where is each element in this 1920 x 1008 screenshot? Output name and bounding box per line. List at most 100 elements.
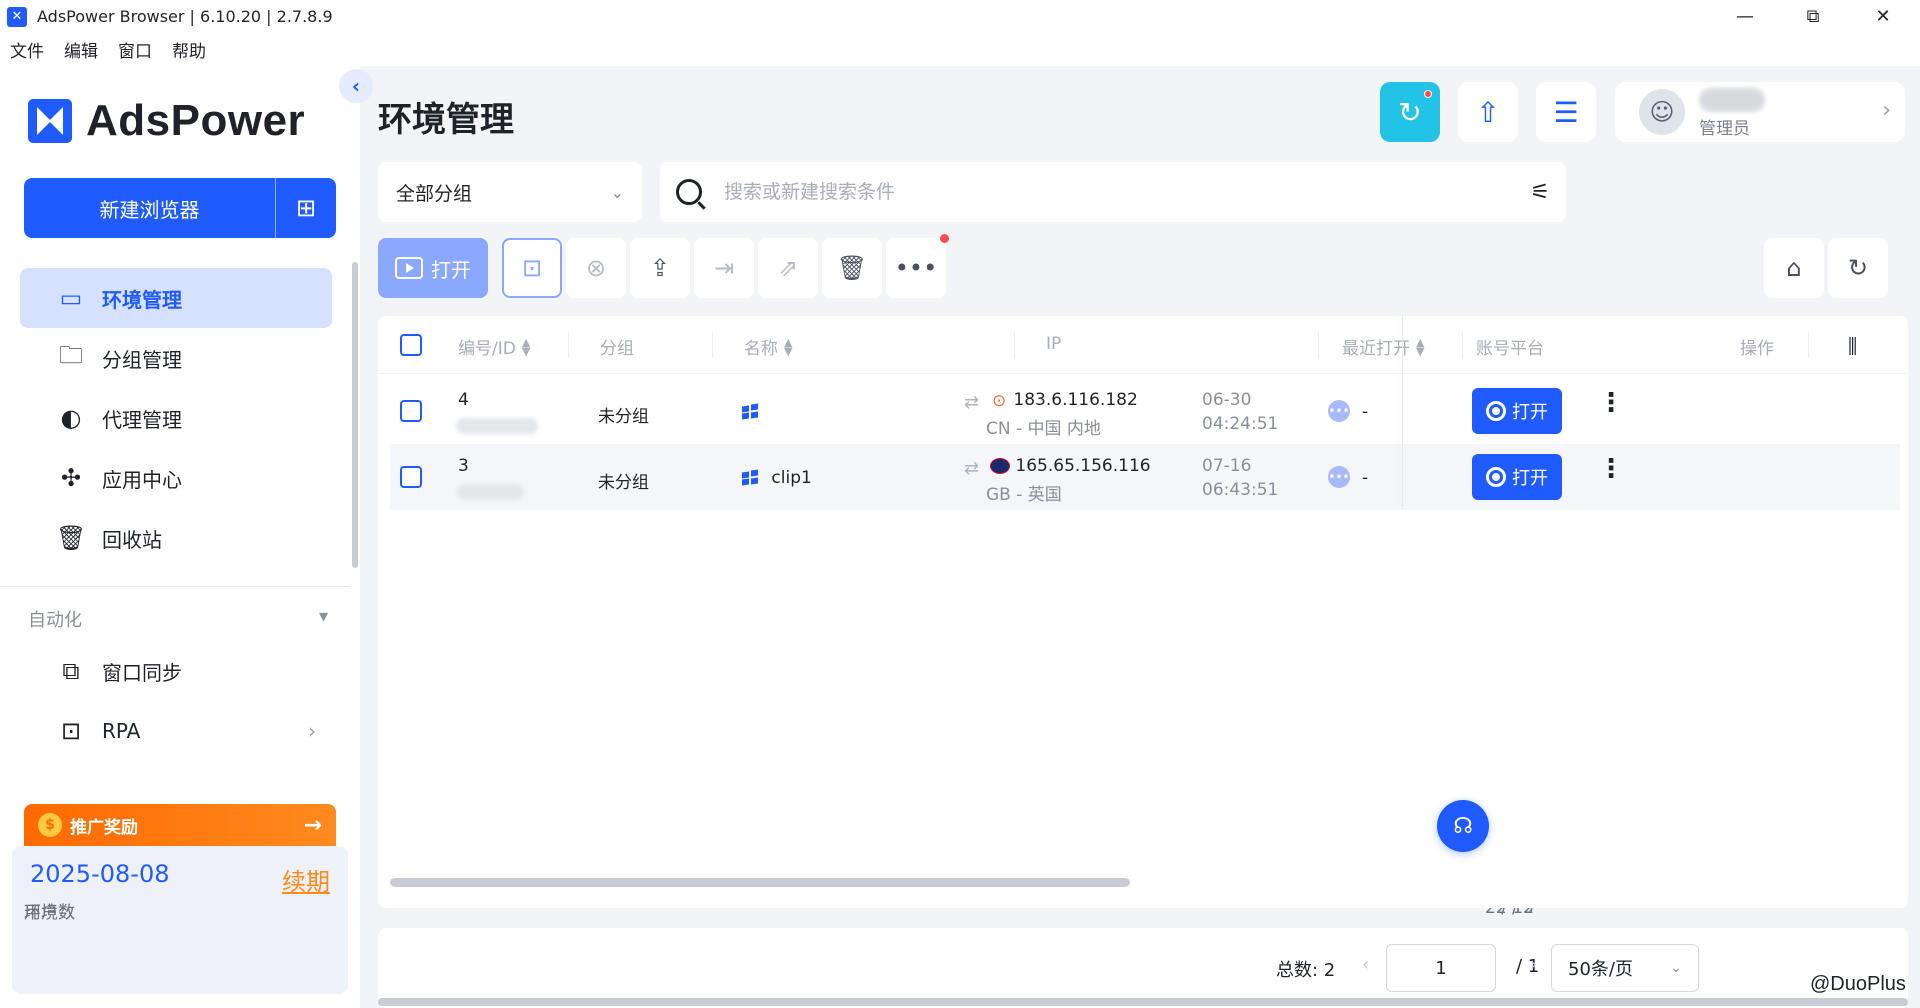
user-account-card[interactable]: ☺ 管理员 › [1615,82,1905,142]
task-list-button[interactable]: ☰ [1536,82,1596,142]
headset-icon: ☊ [1453,813,1473,839]
nav-item-proxies[interactable]: ◐ 代理管理 [20,388,332,448]
nav-item-label: 代理管理 [102,407,182,432]
row-ip-text: 183.6.116.182 [1013,390,1138,410]
prev-page-icon[interactable]: ‹ [1362,954,1369,975]
share-button[interactable]: ⇗ [758,238,818,298]
minimize-button[interactable]: — [1716,0,1774,33]
open-selected-label: 打开 [431,257,471,282]
row-platform: - [1362,402,1369,422]
profile-id-redacted [456,484,524,500]
tags-button[interactable]: ⌂ [1764,238,1824,298]
row-location: CN - 中国 内地 [986,419,1101,439]
table-row[interactable]: 3 未分组 clip1 ⇄ 165.65.156.116 GB - 英国 07-… [390,444,1900,510]
renew-link[interactable]: 续期 [282,862,330,897]
more-vertical-icon[interactable]: ⋮ [1598,456,1624,482]
more-horizontal-icon: ••• [894,254,938,282]
menu-help[interactable]: 帮助 [172,37,206,62]
windows-icon [742,403,760,420]
platform-more-icon[interactable]: ••• [1328,400,1350,422]
new-browser-button[interactable]: 新建浏览器 ⊞ [24,178,336,238]
sync-app-button[interactable]: ↻ [1380,82,1440,142]
platform-more-icon[interactable]: ••• [1328,466,1350,488]
select-all-checkbox[interactable] [400,334,422,356]
upload-circle-icon: ⇧ [1476,95,1500,129]
close-browser-button[interactable]: ⊗ [566,238,626,298]
nav-item-rpa[interactable]: ⊡ RPA › [20,701,332,761]
move-group-button[interactable]: ⇥ [694,238,754,298]
page-scrollbar[interactable] [378,998,1908,1006]
notification-dot [1424,90,1432,98]
filter-sliders-icon[interactable]: ⚟ [1530,180,1550,205]
nav-item-window-sync[interactable]: ⧉ 窗口同步 [20,641,332,701]
swap-icon[interactable]: ⇄ [964,458,979,479]
checkbox[interactable] [400,334,422,356]
close-button[interactable]: ✕ [1854,0,1912,33]
chrome-icon [1486,401,1506,421]
menu-edit[interactable]: 编辑 [64,37,98,62]
column-header-name[interactable]: 名称 ▲ ▼ [744,334,792,360]
search-input[interactable] [724,181,1531,203]
swap-icon[interactable]: ⇄ [964,392,979,413]
sort-icon[interactable]: ▲ ▼ [1416,337,1424,357]
menu-bar: 文件 编辑 窗口 帮助 [0,33,1920,66]
horizontal-scrollbar[interactable] [390,878,1130,887]
restore-button[interactable]: ⧉ [1784,0,1842,33]
more-vertical-icon[interactable]: ⋮ [1598,390,1624,416]
column-settings-icon[interactable]: ⫼ [1848,334,1857,358]
table-row[interactable]: 4 未分组 ⇄ ⊙ 183.6.116.182 CN - 中国 内地 06-30… [390,378,1900,444]
column-header-id[interactable]: 编号/ID ▲ ▼ [458,334,530,360]
location-pin-icon: ⊙ [992,391,1007,411]
group-select[interactable]: 全部分组 ⌄ [378,162,642,222]
export-button[interactable]: ⇪ [630,238,690,298]
delete-button[interactable]: 🗑 [822,238,882,298]
more-actions-button[interactable]: ••• [886,234,949,298]
trash-icon: 🗑 [56,524,87,552]
sort-icon[interactable]: ▲ ▼ [522,337,530,357]
actions-column-shadow [1402,316,1403,510]
upgrade-button[interactable]: ⇧ [1458,82,1518,142]
open-browser-button[interactable]: 打开 [1472,454,1562,500]
column-header-label: 操作 [1740,339,1774,359]
collapse-sidebar-button[interactable]: ‹ [339,69,373,103]
promo-banner[interactable]: $ 推广奖励 → [24,804,336,846]
customer-support-button[interactable]: ☊ [1437,800,1489,852]
open-browser-button[interactable]: 打开 [1472,388,1562,434]
rpa-button[interactable]: ⊡ [502,238,562,298]
open-selected-button[interactable]: 打开 [378,238,488,298]
row-checkbox[interactable] [400,466,422,488]
nav-item-groups[interactable]: 🗀 分组管理 [20,328,332,388]
brand-logo[interactable]: AdsPower [28,96,305,146]
menu-file[interactable]: 文件 [10,37,44,62]
chevron-down-icon: ⌄ [1670,960,1682,976]
nav-item-environments[interactable]: ▭ 环境管理 [20,268,332,328]
sidebar-scrollbar[interactable] [352,262,358,568]
nav-item-app-center[interactable]: ✣ 应用中心 [20,448,332,508]
trash-icon: 🗑 [836,254,868,282]
menu-window[interactable]: 窗口 [118,37,152,62]
page-number-input[interactable] [1386,944,1496,992]
row-ip-text: 165.65.156.116 [1015,456,1151,476]
checkbox[interactable] [400,400,422,422]
column-divider [568,332,569,358]
coin-icon: $ [38,813,62,837]
batch-add-icon[interactable]: ⊞ [276,194,336,222]
environment-table: 编号/ID ▲ ▼ 分组 名称 ▲ ▼ IP 最近打开 ▲ ▼ 账号平台 操作 … [378,316,1908,908]
search-icon [676,179,702,205]
row-checkbox[interactable] [400,400,422,422]
nav-item-trash[interactable]: 🗑 回收站 [20,508,332,568]
row-last-open-time: 06:43:51 [1202,480,1279,500]
main-content: 环境管理 ↻ ⇧ ☰ ☺ 管理员 › 全部分组 ⌄ ⚟ 打开 ⊡ ⊗ ⇪ ⇥ ⇗… [360,66,1920,1008]
sort-icon[interactable]: ▲ ▼ [784,337,792,357]
toolbar: 打开 ⊡ ⊗ ⇪ ⇥ ⇗ 🗑 ••• ⌂ ↻ [378,234,1908,298]
page-size-select[interactable]: 50条/页 ⌄ [1551,944,1699,992]
column-header-last-open[interactable]: 最近打开 ▲ ▼ [1342,334,1424,360]
automation-section-header[interactable]: 自动化 ▾ [28,606,328,632]
next-page-icon[interactable]: › [1530,954,1537,975]
tag-icon: ⌂ [1786,254,1802,282]
refresh-button[interactable]: ↻ [1828,238,1888,298]
title-bar: ✕ AdsPower Browser | 6.10.20 | 2.7.8.9 —… [0,0,1920,33]
play-window-icon [395,257,423,279]
checkbox[interactable] [400,466,422,488]
row-id: 3 [458,456,469,476]
